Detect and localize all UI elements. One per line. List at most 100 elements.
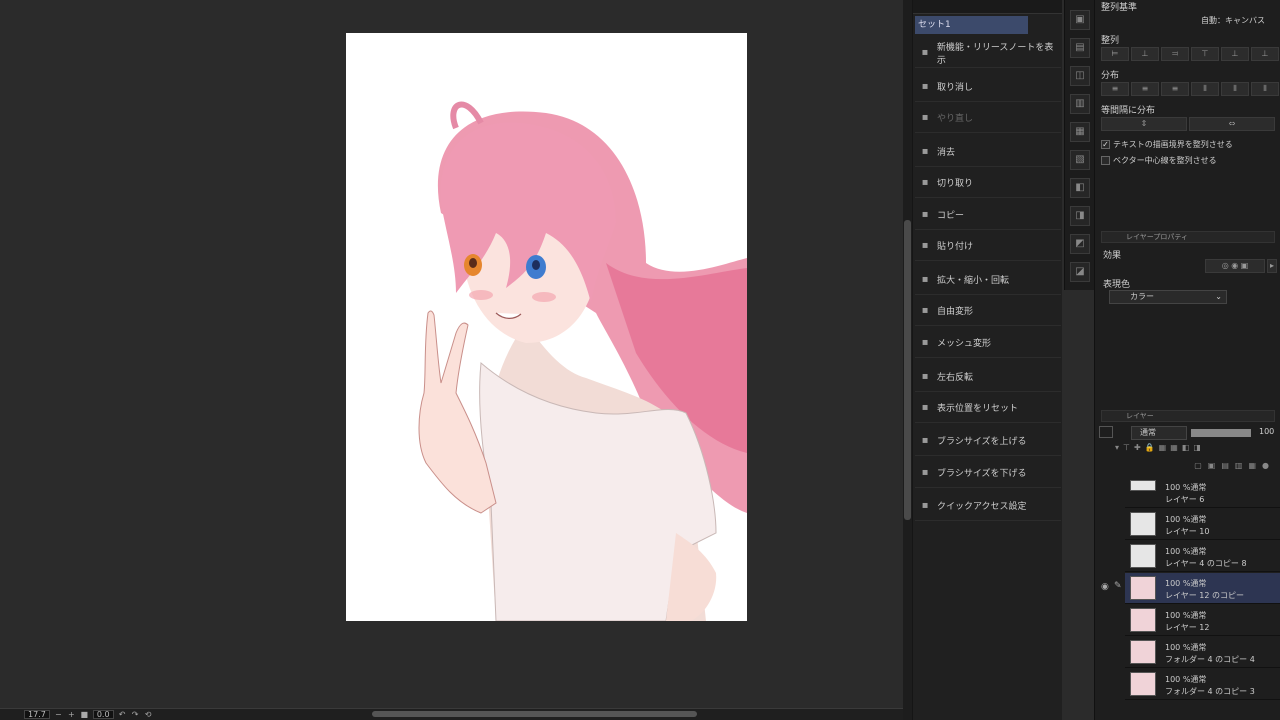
- align-hcenter-button[interactable]: ⊥: [1131, 47, 1159, 61]
- monitor-icon: ▪: [921, 46, 929, 58]
- rotate-right-icon[interactable]: ↷: [131, 710, 140, 719]
- quick-access-item[interactable]: ▪ 自由変形: [915, 296, 1061, 326]
- quick-access-item[interactable]: ▪ コピー: [915, 200, 1061, 230]
- distribute-right-button[interactable]: ⦀: [1251, 82, 1279, 96]
- layer-thumbnail: [1130, 544, 1156, 568]
- fit-icon[interactable]: ■: [80, 710, 89, 719]
- distribute-bottom-button[interactable]: ≡: [1161, 82, 1189, 96]
- quick-access-item[interactable]: ▪ ブラシサイズを上げる: [915, 426, 1061, 456]
- layer-name: レイヤー 4 のコピー 8: [1165, 559, 1247, 568]
- navigator-icon[interactable]: ▣: [1070, 10, 1090, 30]
- panel-icon-column: ▣ ▤ ◫ ▥ ▦ ▧ ◧ ◨ ◩ ◪: [1064, 0, 1094, 290]
- quick-access-item-label: やり直し: [937, 114, 974, 124]
- align-basis-value[interactable]: 自動：キャンバス: [1201, 15, 1265, 26]
- quick-access-item-label: メッシュ変形: [937, 339, 992, 349]
- distribute-top-button[interactable]: ≡: [1101, 82, 1129, 96]
- check-text-bounds-checkbox[interactable]: ✓: [1101, 140, 1110, 149]
- check-text-bounds-label: テキストの描画境界を整列させる: [1113, 140, 1233, 149]
- layer-property-header[interactable]: レイヤープロパティ: [1101, 231, 1275, 243]
- align-left-button[interactable]: ⊨: [1101, 47, 1129, 61]
- sub-view-icon[interactable]: ▤: [1070, 38, 1090, 58]
- expression-color-dropdown[interactable]: カラー ⌄: [1109, 290, 1227, 304]
- history-icon[interactable]: ▥: [1070, 94, 1090, 114]
- opacity-value[interactable]: 100: [1259, 427, 1274, 436]
- check-vector-center-checkbox[interactable]: [1101, 156, 1110, 165]
- quick-access-item[interactable]: ▪ 新機能・リリースノートを表示: [915, 38, 1061, 68]
- paste-icon: ▪: [921, 239, 929, 251]
- layer-color-icon[interactable]: [1099, 426, 1113, 438]
- layer-action-icons[interactable]: ▢▣▤▥▦●: [1101, 461, 1275, 473]
- align-basis-label: 整列基準: [1101, 3, 1138, 13]
- quick-access-item[interactable]: ▪ 貼り付け: [915, 231, 1061, 261]
- zoom-in-icon[interactable]: +: [67, 710, 76, 719]
- align-right-button[interactable]: ⫤: [1161, 47, 1189, 61]
- quick-access-item[interactable]: ▪ 左右反転: [915, 362, 1061, 392]
- color-set-icon[interactable]: ◨: [1070, 206, 1090, 226]
- chevron-down-icon: ⌄: [1215, 292, 1222, 301]
- layer-row[interactable]: 100 %通常 フォルダー 4 のコピー 4: [1125, 637, 1280, 668]
- brush-size-icon[interactable]: ▧: [1070, 150, 1090, 170]
- brush-size-up-icon: ▪: [921, 434, 929, 446]
- quick-access-item-label: ブラシサイズを下げる: [937, 469, 1027, 479]
- equal-spacing-vertical-button[interactable]: ⇕: [1101, 117, 1187, 131]
- vertical-scroll-thumb[interactable]: [904, 220, 911, 520]
- rotate-left-icon[interactable]: ↶: [118, 710, 127, 719]
- layer-blend-info: 100 %通常: [1165, 579, 1207, 588]
- quick-access-item[interactable]: ▪ 消去: [915, 137, 1061, 167]
- align-top-button[interactable]: ⊤: [1191, 47, 1219, 61]
- distribute-hcenter-button[interactable]: ⦀: [1221, 82, 1249, 96]
- color-wheel-icon[interactable]: ◧: [1070, 178, 1090, 198]
- canvas-area[interactable]: [0, 0, 903, 708]
- eye-icon[interactable]: ◉: [1101, 582, 1109, 592]
- tool-property-icon[interactable]: ▦: [1070, 122, 1090, 142]
- distribute-left-button[interactable]: ⦀: [1191, 82, 1219, 96]
- layer-row[interactable]: 100 %通常 レイヤー 10: [1125, 509, 1280, 540]
- layer-row[interactable]: ◉ ✎ 100 %通常 レイヤー 12 のコピー: [1101, 573, 1280, 604]
- equal-spacing-horizontal-button[interactable]: ⇔: [1189, 117, 1275, 131]
- horizontal-scrollbar[interactable]: [280, 711, 880, 717]
- quick-access-item[interactable]: ▪ やり直し: [915, 103, 1061, 133]
- quick-access-item[interactable]: ▪ 表示位置をリセット: [915, 393, 1061, 423]
- layer-list[interactable]: 100 %通常 レイヤー 6 100 %通常 レイヤー 10 100 %通常 レイヤー 4…: [1095, 477, 1280, 720]
- layer-panel-header[interactable]: レイヤー: [1101, 410, 1275, 422]
- quick-access-item[interactable]: ▪ メッシュ変形: [915, 328, 1061, 358]
- quick-access-item[interactable]: ▪ 切り取り: [915, 168, 1061, 198]
- intermediate-color-icon[interactable]: ◪: [1070, 262, 1090, 282]
- quick-access-item[interactable]: ▪ クイックアクセス設定: [915, 491, 1061, 521]
- quick-access-item[interactable]: ▪ ブラシサイズを下げる: [915, 458, 1061, 488]
- blend-mode-dropdown[interactable]: 通常: [1131, 426, 1187, 440]
- opacity-slider[interactable]: [1191, 429, 1251, 437]
- zoom-field[interactable]: 17.7: [24, 710, 50, 719]
- material-icon[interactable]: ◫: [1070, 66, 1090, 86]
- quick-access-panel: セット1 ▪ 新機能・リリースノートを表示 ▪ 取り消し ▪ やり直し ▪ 消去 ▪ 切り取り ▪ コ…: [912, 0, 1062, 720]
- canvas-artwork[interactable]: [346, 33, 747, 621]
- layer-row[interactable]: 100 %通常 レイヤー 4 のコピー 8: [1125, 541, 1280, 572]
- layer-blend-info: 100 %通常: [1165, 643, 1207, 652]
- effect-buttons[interactable]: ◎ ◉ ▣: [1205, 259, 1265, 273]
- quick-access-item-label: 消去: [937, 148, 956, 158]
- align-bottom-button[interactable]: ⊥: [1251, 47, 1279, 61]
- layer-row[interactable]: 100 %通常 レイヤー 12: [1125, 605, 1280, 636]
- reset-rotation-icon[interactable]: ⟲: [144, 710, 153, 719]
- quick-access-set-selector[interactable]: セット1: [915, 16, 1028, 34]
- layer-blend-info: 100 %通常: [1165, 675, 1207, 684]
- distribute-label: 分布: [1101, 71, 1120, 81]
- angle-field[interactable]: 0.0: [92, 710, 114, 719]
- zoom-out-icon[interactable]: −: [54, 710, 63, 719]
- distribute-vcenter-button[interactable]: ≡: [1131, 82, 1159, 96]
- panel-tab-strip[interactable]: [913, 0, 1062, 14]
- layer-tool-icons[interactable]: ▾⊤✚🔒▦▦◧◨: [1115, 443, 1275, 455]
- vertical-scrollbar[interactable]: [903, 0, 912, 720]
- settings-icon: ▪: [921, 499, 929, 511]
- layer-row[interactable]: 100 %通常 フォルダー 4 のコピー 3: [1125, 669, 1280, 700]
- horizontal-scroll-thumb[interactable]: [372, 711, 697, 717]
- quick-access-item[interactable]: ▪ 取り消し: [915, 72, 1061, 102]
- color-history-icon[interactable]: ◩: [1070, 234, 1090, 254]
- layer-row[interactable]: 100 %通常 レイヤー 6: [1125, 477, 1280, 508]
- effect-more-icon[interactable]: ▸: [1267, 259, 1277, 273]
- check-vector-center-row[interactable]: ベクター中心線を整列させる: [1101, 155, 1217, 166]
- check-text-bounds-row[interactable]: ✓ テキストの描画境界を整列させる: [1101, 139, 1233, 150]
- quick-access-item[interactable]: ▪ 拡大・縮小・回転: [915, 265, 1061, 295]
- align-vcenter-button[interactable]: ⊥: [1221, 47, 1249, 61]
- layer-thumbnail: [1130, 480, 1156, 491]
